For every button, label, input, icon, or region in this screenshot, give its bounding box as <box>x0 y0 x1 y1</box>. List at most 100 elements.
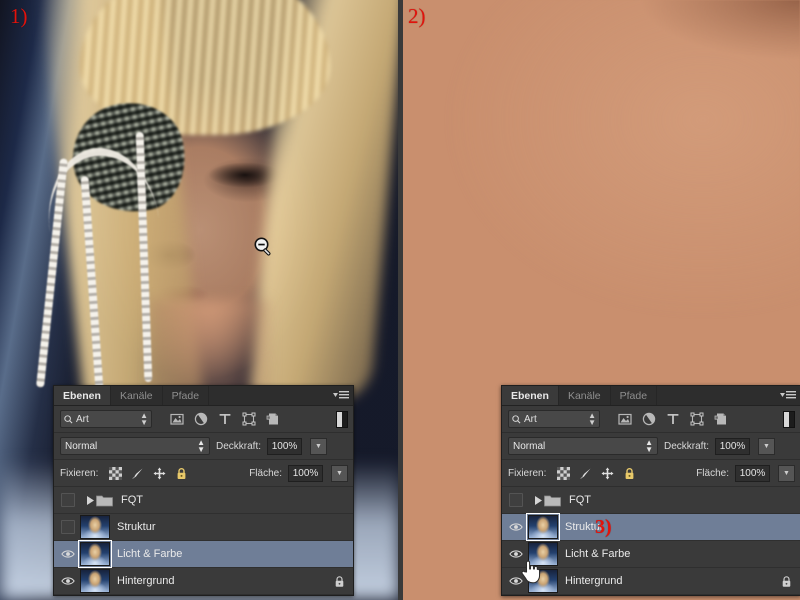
blend-mode-row[interactable]: Normal ▲ ▼ Deckkraft: 100% ▼ <box>502 433 800 460</box>
layer-filter-icons[interactable] <box>618 412 728 426</box>
layer-filter-icons[interactable] <box>170 412 280 426</box>
filter-kind-select[interactable]: Art ▲ ▼ <box>508 410 600 428</box>
table-row[interactable]: Struktur <box>502 513 800 541</box>
panel-tab-bar[interactable]: Ebenen Kanäle Pfade <box>54 386 353 406</box>
opacity-value[interactable]: 100% <box>267 437 303 455</box>
screenshot-root: 1) 2) 3) Ebenen Kanäle Pfade Art ▲ ▼ Nor… <box>0 0 800 600</box>
smart-object-filter-icon[interactable] <box>714 412 728 426</box>
layer-thumbnail[interactable] <box>526 513 560 541</box>
tab-kanaele[interactable]: Kanäle <box>111 386 163 405</box>
visibility-toggle[interactable] <box>504 522 528 532</box>
shape-layer-filter-icon[interactable] <box>242 412 256 426</box>
visibility-empty-box-icon[interactable] <box>509 493 523 507</box>
lock-transparent-pixels-icon[interactable] <box>557 466 571 480</box>
visibility-toggle[interactable] <box>56 493 80 507</box>
table-row[interactable]: Licht & Farbe <box>502 541 800 568</box>
lock-row[interactable]: Fixieren: Fläche: 100% ▼ <box>502 460 800 487</box>
chevron-updown-icon[interactable]: ▲ ▼ <box>588 412 596 427</box>
visibility-empty-box-icon[interactable] <box>61 520 75 534</box>
layer-list-left[interactable]: FQT Struktur Licht & Farbe Hintergrund <box>54 487 353 595</box>
lock-position-icon[interactable] <box>153 467 166 480</box>
group-disclosure-arrow-icon[interactable] <box>84 495 96 505</box>
adjustment-layer-filter-icon[interactable] <box>642 412 656 426</box>
blend-mode-select[interactable]: Normal ▲ ▼ <box>508 437 658 455</box>
opacity-dropdown-icon[interactable]: ▼ <box>310 437 328 455</box>
lock-buttons[interactable] <box>557 466 636 480</box>
fill-dropdown-icon[interactable]: ▼ <box>331 464 348 482</box>
tab-ebenen[interactable]: Ebenen <box>54 386 111 405</box>
fill-value[interactable]: 100% <box>735 464 770 482</box>
visibility-toggle[interactable] <box>56 520 80 534</box>
filter-toggle-switch[interactable] <box>336 410 348 428</box>
opacity-value[interactable]: 100% <box>715 437 751 455</box>
table-row[interactable]: Hintergrund <box>54 568 353 595</box>
fill-label: Fläche: <box>249 467 282 479</box>
lock-label: Fixieren: <box>508 467 547 479</box>
fill-value[interactable]: 100% <box>288 464 323 482</box>
tab-bar-filler <box>657 386 800 405</box>
annotation-marker-1: 1) <box>10 4 28 28</box>
visibility-empty-box-icon[interactable] <box>61 493 75 507</box>
tab-ebenen[interactable]: Ebenen <box>502 386 559 405</box>
chevron-updown-icon[interactable]: ▲ ▼ <box>645 439 653 454</box>
table-row[interactable]: Licht & Farbe <box>54 540 353 568</box>
layers-panel-right[interactable]: Ebenen Kanäle Pfade Art ▲ ▼ Normal ▲ ▼ D… <box>501 385 800 596</box>
blend-mode-value: Normal <box>65 440 98 452</box>
lock-row[interactable]: Fixieren: Fläche: 100% ▼ <box>54 460 353 487</box>
zoom-out-magnifier-icon <box>254 237 271 256</box>
layer-filter-row[interactable]: Art ▲ ▼ <box>502 406 800 433</box>
filter-toggle-switch[interactable] <box>783 410 795 428</box>
lock-all-icon[interactable] <box>623 467 636 480</box>
opacity-dropdown-icon[interactable]: ▼ <box>758 437 776 455</box>
tab-pfade[interactable]: Pfade <box>611 386 658 405</box>
shape-layer-filter-icon[interactable] <box>690 412 704 426</box>
filter-kind-select[interactable]: Art ▲ ▼ <box>60 410 152 428</box>
layer-thumbnail[interactable] <box>80 515 110 539</box>
blend-mode-select[interactable]: Normal ▲ ▼ <box>60 437 210 455</box>
panel-menu-icon[interactable] <box>780 390 796 401</box>
layer-filter-row[interactable]: Art ▲ ▼ <box>54 406 353 433</box>
layer-thumbnail[interactable] <box>78 540 112 568</box>
pixel-layer-filter-icon[interactable] <box>618 412 632 426</box>
pixel-layer-filter-icon[interactable] <box>170 412 184 426</box>
smart-object-filter-icon[interactable] <box>266 412 280 426</box>
chevron-updown-icon[interactable]: ▲ ▼ <box>140 412 148 427</box>
layer-thumbnail[interactable] <box>80 569 110 593</box>
fill-dropdown-icon[interactable]: ▼ <box>778 464 795 482</box>
type-layer-filter-icon[interactable] <box>666 412 680 426</box>
filter-kind-label: Art <box>524 413 537 425</box>
layer-name: Licht & Farbe <box>565 548 631 560</box>
tab-pfade[interactable]: Pfade <box>163 386 210 405</box>
tab-kanaele[interactable]: Kanäle <box>559 386 611 405</box>
layer-name: Licht & Farbe <box>117 548 183 560</box>
layers-panel-left[interactable]: Ebenen Kanäle Pfade Art ▲ ▼ Normal ▲ ▼ D… <box>53 385 354 596</box>
lock-transparent-pixels-icon[interactable] <box>109 466 123 480</box>
eye-icon[interactable] <box>61 549 75 559</box>
visibility-toggle[interactable] <box>56 549 80 559</box>
lock-image-pixels-icon[interactable] <box>131 467 144 480</box>
lock-image-pixels-icon[interactable] <box>579 467 592 480</box>
table-row[interactable]: FQT <box>54 487 353 514</box>
chevron-updown-icon[interactable]: ▲ ▼ <box>197 439 205 454</box>
fill-label: Fläche: <box>696 467 729 479</box>
visibility-toggle[interactable] <box>504 493 528 507</box>
eye-icon[interactable] <box>509 522 523 532</box>
lock-buttons[interactable] <box>109 466 188 480</box>
type-layer-filter-icon[interactable] <box>218 412 232 426</box>
pointing-hand-icon <box>521 560 541 584</box>
eye-icon[interactable] <box>61 576 75 586</box>
blend-mode-row[interactable]: Normal ▲ ▼ Deckkraft: 100% ▼ <box>54 433 353 460</box>
search-icon <box>512 414 521 423</box>
group-disclosure-arrow-icon[interactable] <box>532 495 544 505</box>
table-row[interactable]: FQT <box>502 487 800 514</box>
panel-tab-bar[interactable]: Ebenen Kanäle Pfade <box>502 386 800 406</box>
table-row[interactable]: Hintergrund <box>502 568 800 595</box>
table-row[interactable]: Struktur <box>54 514 353 541</box>
adjustment-layer-filter-icon[interactable] <box>194 412 208 426</box>
lock-all-icon[interactable] <box>175 467 188 480</box>
lock-position-icon[interactable] <box>601 467 614 480</box>
search-icon <box>64 414 73 423</box>
layer-list-right[interactable]: FQT Struktur Licht & Farbe Hintergrund <box>502 487 800 595</box>
panel-menu-icon[interactable] <box>333 390 349 401</box>
visibility-toggle[interactable] <box>56 576 80 586</box>
